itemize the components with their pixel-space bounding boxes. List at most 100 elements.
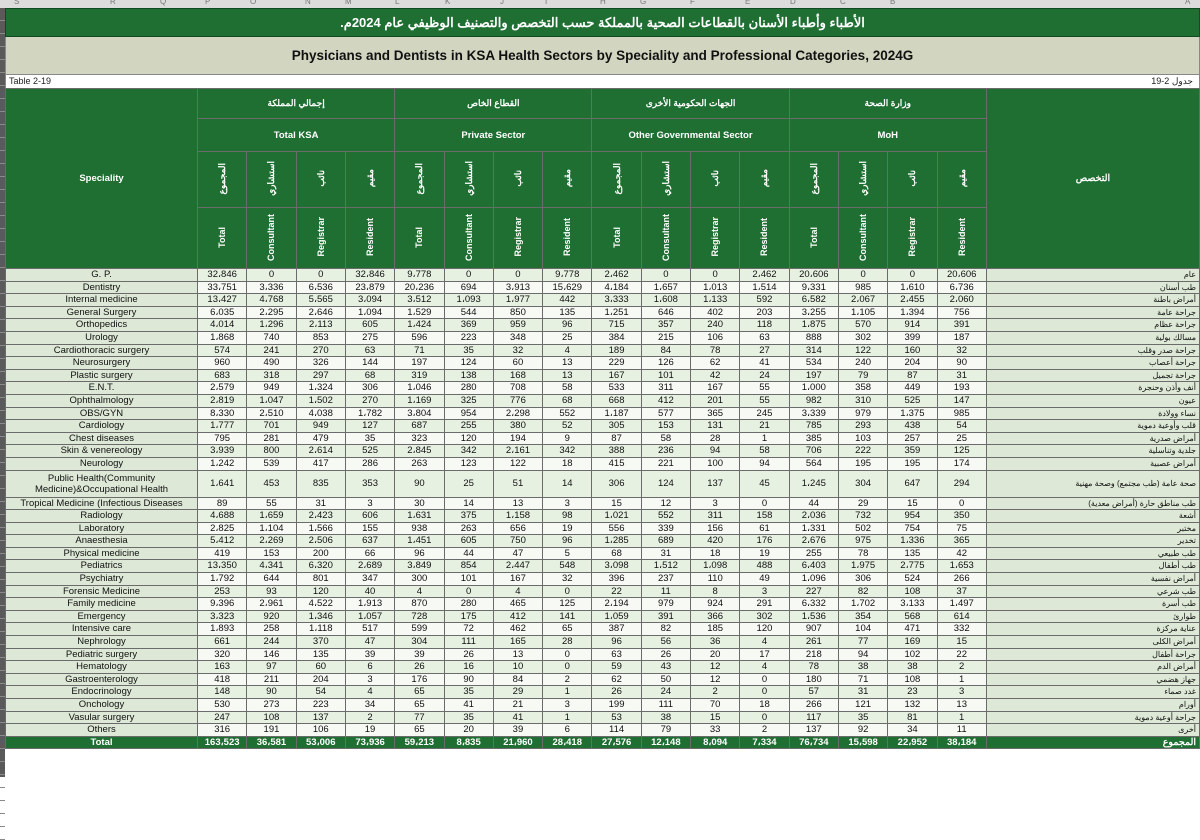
value-cell[interactable]: 342	[542, 444, 593, 458]
value-cell[interactable]: 41	[739, 356, 790, 370]
value-cell[interactable]: 1،792	[197, 572, 248, 586]
value-cell[interactable]: 380	[492, 419, 544, 433]
value-cell[interactable]: 81	[887, 710, 938, 725]
value-cell[interactable]: 2،298	[492, 406, 544, 421]
value-cell[interactable]: 985	[837, 280, 889, 295]
value-cell[interactable]: 247	[197, 710, 248, 725]
value-cell[interactable]: 2،825	[197, 521, 248, 536]
value-cell[interactable]: 100	[690, 456, 741, 471]
value-cell[interactable]: 12	[690, 672, 741, 687]
value-cell[interactable]: 2	[344, 710, 396, 725]
speciality-name-en[interactable]: Vasular surgery	[4, 710, 199, 725]
value-cell[interactable]: 125	[936, 444, 987, 458]
sheet-column-letter[interactable]: F	[690, 0, 695, 6]
value-cell[interactable]: 203	[739, 305, 790, 320]
value-cell[interactable]: 263	[443, 521, 494, 536]
speciality-name-ar[interactable]: طب طبيعي	[985, 546, 1200, 561]
value-cell[interactable]: 59	[591, 660, 642, 674]
value-cell[interactable]: 384	[591, 330, 642, 345]
value-cell[interactable]: 77	[837, 635, 889, 649]
value-cell[interactable]: 266	[936, 572, 987, 586]
value-cell[interactable]: 63	[739, 330, 790, 345]
value-cell[interactable]: 4	[344, 685, 396, 699]
value-cell[interactable]: 359	[887, 444, 938, 458]
value-cell[interactable]: 305	[591, 419, 642, 433]
value-cell[interactable]: 370	[295, 635, 346, 649]
value-cell[interactable]: 323	[394, 431, 445, 446]
value-cell[interactable]: 25	[936, 431, 987, 446]
value-cell[interactable]: 369	[443, 318, 494, 332]
speciality-name-ar[interactable]: نساء وولادة	[985, 406, 1200, 421]
speciality-name-en[interactable]: Neurosurgery	[4, 356, 199, 370]
value-cell[interactable]: 37	[936, 584, 987, 599]
value-cell[interactable]: 14	[443, 496, 494, 511]
value-cell[interactable]: 419	[197, 546, 248, 561]
value-cell[interactable]: 479	[295, 431, 346, 446]
value-cell[interactable]: 35	[443, 685, 494, 699]
value-cell[interactable]: 222	[837, 444, 889, 458]
value-cell[interactable]: 189	[591, 343, 642, 358]
value-cell[interactable]: 5	[542, 546, 593, 561]
value-cell[interactable]: 348	[492, 330, 544, 345]
value-cell[interactable]: 706	[788, 444, 839, 458]
sheet-column-letter[interactable]: B	[890, 0, 895, 6]
value-cell[interactable]: 2	[690, 685, 741, 699]
speciality-name-en[interactable]: Pediatric surgery	[4, 647, 199, 662]
value-cell[interactable]: 979	[640, 597, 692, 611]
value-cell[interactable]: 2،506	[295, 534, 346, 548]
speciality-name-ar[interactable]: غدد صماء	[985, 685, 1200, 699]
value-cell[interactable]: 959	[492, 318, 544, 332]
speciality-name-ar[interactable]: جراحة أوعية دموية	[985, 710, 1200, 725]
speciality-name-en[interactable]: Public Health(Community Medicine)&Occupa…	[4, 469, 199, 498]
total-value-cell[interactable]: 36،581	[246, 735, 297, 749]
value-cell[interactable]: 87	[591, 431, 642, 446]
speciality-name-ar[interactable]: جراحة أعصاب	[985, 356, 1200, 370]
value-cell[interactable]: 185	[690, 622, 741, 637]
value-cell[interactable]: 180	[788, 672, 839, 687]
value-cell[interactable]: 6،582	[788, 293, 839, 307]
value-cell[interactable]: 0	[640, 268, 692, 282]
value-cell[interactable]: 227	[788, 584, 839, 599]
value-cell[interactable]: 1،133	[690, 293, 741, 307]
value-cell[interactable]: 1،868	[197, 330, 248, 345]
speciality-name-en[interactable]: Psychiatry	[4, 572, 199, 586]
value-cell[interactable]: 41	[443, 698, 494, 712]
value-cell[interactable]: 1،118	[295, 622, 346, 637]
value-cell[interactable]: 570	[837, 318, 889, 332]
value-cell[interactable]: 153	[640, 419, 692, 433]
value-cell[interactable]: 44	[788, 496, 839, 511]
value-cell[interactable]: 35	[344, 431, 396, 446]
value-cell[interactable]: 2	[936, 660, 987, 674]
value-cell[interactable]: 3،098	[591, 559, 642, 574]
speciality-name-en[interactable]: OBS/GYN	[4, 406, 199, 421]
value-cell[interactable]: 193	[936, 381, 987, 395]
speciality-name-ar[interactable]: عام	[985, 268, 1200, 282]
value-cell[interactable]: 1،893	[197, 622, 248, 637]
value-cell[interactable]: 124	[640, 469, 692, 498]
value-cell[interactable]: 132	[887, 698, 938, 712]
value-cell[interactable]: 79	[837, 368, 889, 383]
value-cell[interactable]: 160	[887, 343, 938, 358]
value-cell[interactable]: 1،657	[640, 280, 692, 295]
value-cell[interactable]: 29	[492, 685, 544, 699]
value-cell[interactable]: 90	[443, 672, 494, 687]
value-cell[interactable]: 592	[739, 293, 790, 307]
value-cell[interactable]: 124	[443, 356, 494, 370]
value-cell[interactable]: 68	[344, 368, 396, 383]
value-cell[interactable]: 98	[542, 509, 593, 523]
value-cell[interactable]: 106	[690, 330, 741, 345]
value-cell[interactable]: 200	[295, 546, 346, 561]
value-cell[interactable]: 25	[542, 330, 593, 345]
value-cell[interactable]: 110	[690, 572, 741, 586]
value-cell[interactable]: 306	[344, 381, 396, 395]
value-cell[interactable]: 388	[591, 444, 642, 458]
value-cell[interactable]: 23،879	[344, 280, 396, 295]
value-cell[interactable]: 2،447	[492, 559, 544, 574]
total-value-cell[interactable]: 163،523	[197, 735, 248, 749]
value-cell[interactable]: 32	[936, 343, 987, 358]
value-cell[interactable]: 11	[640, 584, 692, 599]
value-cell[interactable]: 33،751	[197, 280, 248, 295]
speciality-name-ar[interactable]: صحة عامة (طب مجتمع) وصحة مهنية	[985, 469, 1200, 498]
value-cell[interactable]: 1	[936, 672, 987, 687]
value-cell[interactable]: 68	[542, 393, 593, 408]
